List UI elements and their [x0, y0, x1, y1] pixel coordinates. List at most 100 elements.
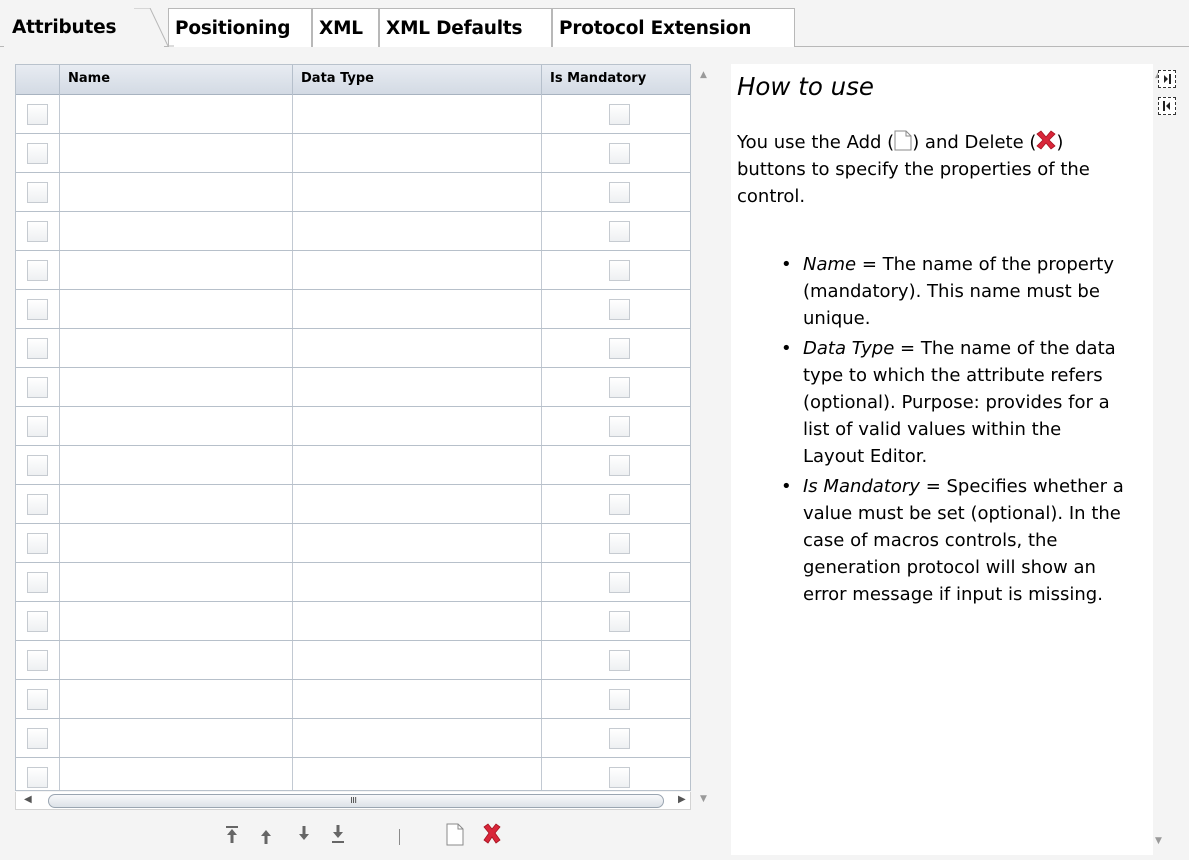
grid-horizontal-scrollbar[interactable]: ◀ ııı ▶ — [15, 792, 691, 810]
grid-vertical-scrollbar[interactable]: ▲ ▼ — [694, 64, 716, 808]
data-type-cell[interactable] — [293, 290, 542, 328]
name-cell[interactable] — [60, 758, 293, 790]
data-type-cell[interactable] — [293, 407, 542, 445]
name-cell[interactable] — [60, 524, 293, 562]
is-mandatory-checkbox[interactable] — [609, 533, 630, 554]
data-type-cell[interactable] — [293, 329, 542, 367]
is-mandatory-cell[interactable] — [542, 329, 690, 367]
is-mandatory-cell[interactable] — [542, 290, 690, 328]
is-mandatory-cell[interactable] — [542, 758, 690, 790]
table-row[interactable] — [16, 290, 690, 329]
scroll-up-arrow-icon[interactable]: ▲ — [700, 70, 707, 80]
name-cell[interactable] — [60, 563, 293, 601]
name-cell[interactable] — [60, 368, 293, 406]
move-down-button[interactable] — [292, 820, 316, 848]
row-select-checkbox[interactable] — [27, 728, 48, 749]
collapse-help-button[interactable] — [1158, 70, 1176, 88]
is-mandatory-checkbox[interactable] — [609, 728, 630, 749]
row-select-checkbox[interactable] — [27, 416, 48, 437]
is-mandatory-checkbox[interactable] — [609, 494, 630, 515]
is-mandatory-checkbox[interactable] — [609, 299, 630, 320]
row-select-cell[interactable] — [16, 173, 60, 211]
name-cell[interactable] — [60, 719, 293, 757]
is-mandatory-cell[interactable] — [542, 95, 690, 133]
row-select-cell[interactable] — [16, 212, 60, 250]
row-select-checkbox[interactable] — [27, 455, 48, 476]
data-type-cell[interactable] — [293, 446, 542, 484]
data-type-cell[interactable] — [293, 95, 542, 133]
row-select-checkbox[interactable] — [27, 299, 48, 320]
is-mandatory-cell[interactable] — [542, 212, 690, 250]
is-mandatory-cell[interactable] — [542, 368, 690, 406]
name-cell[interactable] — [60, 602, 293, 640]
row-select-checkbox[interactable] — [27, 533, 48, 554]
data-type-cell[interactable] — [293, 368, 542, 406]
name-cell[interactable] — [60, 407, 293, 445]
name-cell[interactable] — [60, 329, 293, 367]
table-row[interactable] — [16, 95, 690, 134]
table-row[interactable] — [16, 446, 690, 485]
is-mandatory-checkbox[interactable] — [609, 377, 630, 398]
select-column-header[interactable] — [16, 65, 60, 95]
table-row[interactable] — [16, 719, 690, 758]
is-mandatory-cell[interactable] — [542, 251, 690, 289]
scroll-right-arrow-icon[interactable]: ▶ — [678, 794, 686, 805]
row-select-cell[interactable] — [16, 290, 60, 328]
data-type-cell[interactable] — [293, 680, 542, 718]
table-row[interactable] — [16, 602, 690, 641]
data-type-cell[interactable] — [293, 485, 542, 523]
name-cell[interactable] — [60, 641, 293, 679]
row-select-checkbox[interactable] — [27, 611, 48, 632]
row-select-cell[interactable] — [16, 641, 60, 679]
table-row[interactable] — [16, 563, 690, 602]
add-button[interactable] — [443, 820, 467, 848]
row-select-checkbox[interactable] — [27, 104, 48, 125]
row-select-checkbox[interactable] — [27, 572, 48, 593]
expand-help-button[interactable] — [1158, 97, 1176, 115]
table-row[interactable] — [16, 485, 690, 524]
is-mandatory-cell[interactable] — [542, 446, 690, 484]
row-select-cell[interactable] — [16, 563, 60, 601]
table-row[interactable] — [16, 173, 690, 212]
column-header-data-type[interactable]: Data Type — [293, 65, 542, 95]
data-type-cell[interactable] — [293, 641, 542, 679]
row-select-cell[interactable] — [16, 485, 60, 523]
row-select-checkbox[interactable] — [27, 377, 48, 398]
row-select-cell[interactable] — [16, 446, 60, 484]
data-type-cell[interactable] — [293, 758, 542, 790]
is-mandatory-cell[interactable] — [542, 134, 690, 172]
attributes-grid[interactable]: Name Data Type Is Mandatory — [15, 64, 691, 791]
is-mandatory-cell[interactable] — [542, 602, 690, 640]
tab-protocol-extension[interactable]: Protocol Extension — [552, 8, 795, 47]
row-select-cell[interactable] — [16, 251, 60, 289]
row-select-checkbox[interactable] — [27, 143, 48, 164]
is-mandatory-checkbox[interactable] — [609, 572, 630, 593]
is-mandatory-cell[interactable] — [542, 173, 690, 211]
row-select-checkbox[interactable] — [27, 689, 48, 710]
data-type-cell[interactable] — [293, 524, 542, 562]
scroll-down-arrow-icon[interactable]: ▼ — [1155, 836, 1162, 846]
row-select-checkbox[interactable] — [27, 650, 48, 671]
is-mandatory-cell[interactable] — [542, 485, 690, 523]
table-row[interactable] — [16, 134, 690, 173]
is-mandatory-checkbox[interactable] — [609, 338, 630, 359]
row-select-cell[interactable] — [16, 329, 60, 367]
name-cell[interactable] — [60, 95, 293, 133]
data-type-cell[interactable] — [293, 719, 542, 757]
row-select-checkbox[interactable] — [27, 260, 48, 281]
table-row[interactable] — [16, 758, 690, 790]
row-select-cell[interactable] — [16, 407, 60, 445]
table-row[interactable] — [16, 368, 690, 407]
table-row[interactable] — [16, 212, 690, 251]
is-mandatory-checkbox[interactable] — [609, 689, 630, 710]
data-type-cell[interactable] — [293, 134, 542, 172]
scroll-left-arrow-icon[interactable]: ◀ — [24, 794, 32, 805]
is-mandatory-checkbox[interactable] — [609, 416, 630, 437]
is-mandatory-checkbox[interactable] — [609, 182, 630, 203]
name-cell[interactable] — [60, 212, 293, 250]
is-mandatory-cell[interactable] — [542, 719, 690, 757]
row-select-cell[interactable] — [16, 602, 60, 640]
is-mandatory-checkbox[interactable] — [609, 260, 630, 281]
is-mandatory-checkbox[interactable] — [609, 104, 630, 125]
data-type-cell[interactable] — [293, 602, 542, 640]
